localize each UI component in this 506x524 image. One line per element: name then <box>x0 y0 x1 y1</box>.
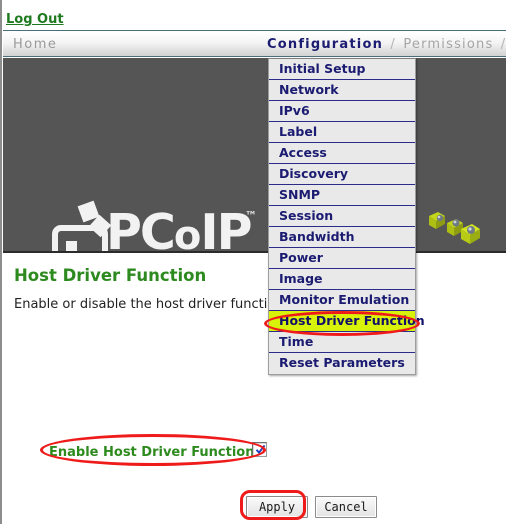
menu-item-discovery[interactable]: Discovery <box>269 164 415 185</box>
menu-item-monitor-emulation[interactable]: Monitor Emulation <box>269 290 415 311</box>
logout-divider <box>3 30 506 31</box>
pcoip-logo-main: PCoIP ™ <box>48 200 258 254</box>
page-title: Host Driver Function <box>14 266 207 285</box>
nav-separator-2: / <box>500 37 506 52</box>
menu-item-ipv6[interactable]: IPv6 <box>269 101 415 122</box>
browser-page: Log Out Home Configuration / Permissions… <box>0 0 506 524</box>
nav-breadcrumb: Configuration / Permissions / <box>267 37 506 52</box>
logout-bar: Log Out <box>3 12 506 32</box>
checkmark-icon <box>255 444 266 455</box>
configuration-dropdown-menu[interactable]: Initial Setup Network IPv6 Label Access Disco… <box>268 58 425 375</box>
menu-item-network[interactable]: Network <box>269 80 415 101</box>
apply-button[interactable]: Apply <box>246 496 308 518</box>
cube-graphic <box>427 206 483 250</box>
nav-separator-1: / <box>390 37 396 52</box>
menu-item-session[interactable]: Session <box>269 206 415 227</box>
page-description: Enable or disable the host driver functi… <box>14 297 284 312</box>
cube-graphic-svg <box>429 212 480 244</box>
menu-item-access[interactable]: Access <box>269 143 415 164</box>
enable-host-driver-row: Enable Host Driver Function: <box>49 441 271 467</box>
menu-item-reset-parameters[interactable]: Reset Parameters <box>269 353 415 374</box>
trademark-symbol: ™ <box>245 209 257 223</box>
logo-text-o: o <box>173 213 202 253</box>
menu-item-power[interactable]: Power <box>269 248 415 269</box>
product-banner: PCoIP ™ PCoIP <box>3 58 506 253</box>
menu-item-host-driver-function[interactable]: Host Driver Function <box>269 311 425 332</box>
nav-item-permissions[interactable]: Permissions <box>403 37 493 52</box>
menu-item-snmp[interactable]: SNMP <box>269 185 415 206</box>
pcoip-logo: PCoIP ™ PCoIP <box>48 200 258 254</box>
menu-item-bandwidth[interactable]: Bandwidth <box>269 227 415 248</box>
logo-text-pc: PC <box>106 204 176 254</box>
cancel-button[interactable]: Cancel <box>315 496 377 518</box>
nav-item-home[interactable]: Home <box>13 37 57 52</box>
menu-item-initial-setup[interactable]: Initial Setup <box>269 59 415 80</box>
form-buttons: Apply Cancel <box>243 496 383 520</box>
nav-item-configuration[interactable]: Configuration <box>267 37 383 52</box>
content-panel: Host Driver Function Enable or disable t… <box>3 253 506 524</box>
pcoip-logo-text: PCoIP <box>106 204 253 254</box>
menu-item-time[interactable]: Time <box>269 332 415 353</box>
enable-host-driver-label: Enable Host Driver Function: <box>49 445 260 460</box>
menu-item-label[interactable]: Label <box>269 122 415 143</box>
menu-item-image[interactable]: Image <box>269 269 415 290</box>
enable-host-driver-checkbox[interactable] <box>252 442 267 457</box>
navigation-bar: Home Configuration / Permissions / <box>3 33 506 57</box>
page-left-border <box>0 0 2 524</box>
logo-text-ip: IP <box>200 204 252 254</box>
log-out-link[interactable]: Log Out <box>6 12 64 27</box>
